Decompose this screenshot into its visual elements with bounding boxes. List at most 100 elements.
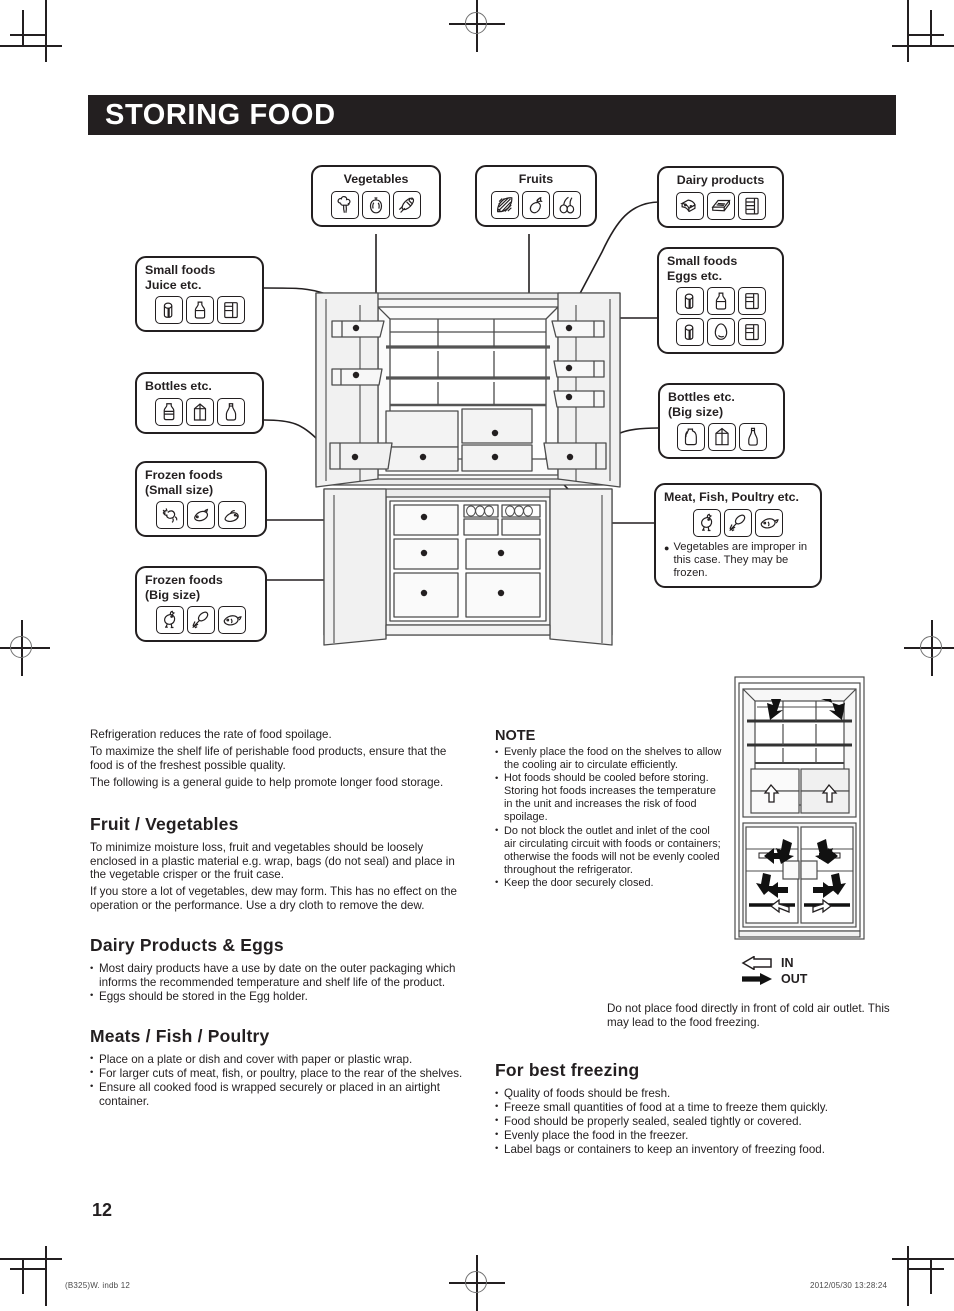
chicken-leg-icon — [724, 508, 752, 537]
intro-line-1: Refrigeration reduces the rate of food s… — [90, 728, 332, 741]
cheese-icon — [675, 191, 704, 220]
big-glass-bottle-icon — [738, 423, 767, 452]
fruit-vegetables-para-1: To minimize moisture loss, fruit and veg… — [90, 840, 455, 882]
list-item: Label bags or containers to keep an inve… — [495, 1142, 895, 1157]
juice-carton-icon — [154, 296, 183, 325]
label-box-fruits: Fruits — [475, 165, 597, 227]
label-box-vegetables: Vegetables — [311, 165, 441, 227]
hollow-arrow-left-icon — [741, 956, 772, 970]
label-title: Frozen foods (Small size) — [145, 468, 223, 497]
solid-arrow-right-icon — [742, 973, 772, 985]
juice-bottle-icon — [706, 287, 735, 316]
note-column: NOTE Evenly place the food on the shelve… — [495, 728, 723, 890]
plastic-bottle-icon — [154, 397, 183, 426]
juice-bottle-icon — [185, 296, 214, 325]
broccoli-icon — [331, 190, 359, 219]
list-item: Quality of foods should be fresh. — [495, 1087, 895, 1101]
shrimp-icon — [218, 501, 246, 530]
list-item: Evenly place the food in the freezer. — [495, 1128, 895, 1143]
glass-bottle-icon — [216, 397, 245, 426]
intro-line-3: The following is a general guide to help… — [90, 775, 444, 789]
fruit-vegetables-para-2: If you store a lot of vegetables, dew ma… — [90, 885, 457, 913]
label-title: Frozen foods (Big size) — [145, 573, 223, 602]
meat-cut-icon — [156, 501, 184, 530]
legend-label-in: IN — [781, 956, 794, 970]
legend-label-out: OUT — [781, 972, 808, 986]
refrigerator-illustration — [315, 292, 621, 646]
label-box-note: ● Vegetables are improper in this case. … — [664, 541, 812, 581]
label-box-bottles: Bottles etc. — [135, 372, 264, 434]
crop-mark-bottom-left — [0, 1238, 70, 1306]
intro-line-2: To maximize the shelf life of perishable… — [90, 744, 447, 772]
meats-fish-poultry-bullet-list: Place on a plate or dish and cover with … — [90, 1052, 465, 1109]
airflow-caption: Do not place food directly in front of c… — [607, 1002, 890, 1029]
label-box-frozen-small: Frozen foods (Small size) — [135, 461, 267, 538]
dairy-eggs-bullet-list: Most dairy products have a use by date o… — [90, 962, 465, 1004]
legend-row-in: IN — [740, 955, 870, 971]
chicken-leg-icon — [187, 606, 215, 635]
label-box-small-foods-eggs: Small foods Eggs etc. — [657, 247, 784, 355]
label-title: Small foods Juice etc. — [145, 263, 216, 292]
note-bullet-list: Evenly place the food on the shelves to … — [495, 745, 723, 890]
label-box-small-foods-juice: Small foods Juice etc. — [135, 256, 264, 333]
big-jug-icon — [676, 423, 705, 452]
list-item: For larger cuts of meat, fish, or poultr… — [90, 1066, 465, 1081]
label-box-dairy-products: Dairy products — [657, 166, 784, 228]
registration-mark-bottom — [449, 1255, 505, 1311]
list-item: Eggs should be stored in the Egg holder. — [90, 989, 465, 1004]
jar-icon — [737, 318, 766, 347]
note-heading: NOTE — [495, 728, 536, 744]
list-item: Place on a plate or dish and cover with … — [90, 1052, 465, 1067]
airflow-legend: IN OUT — [740, 955, 870, 987]
cherry-icon — [553, 190, 581, 219]
whole-fish-icon — [218, 606, 246, 635]
footer-timestamp: 2012/05/30 13:28:24 — [810, 1281, 888, 1290]
list-item: Food should be properly sealed, sealed t… — [495, 1114, 895, 1129]
corn-icon — [393, 190, 421, 219]
label-box-bottles-big: Bottles etc. (Big size) — [658, 383, 785, 460]
list-item: Hot foods should be cooled before storin… — [495, 772, 723, 824]
section-heading-for-best-freezing: For best freezing — [495, 1060, 640, 1080]
label-title: Bottles etc. — [145, 379, 212, 393]
juice-carton-icon — [675, 318, 704, 347]
bullet-marker: ● — [664, 542, 670, 553]
label-title: Bottles etc. (Big size) — [668, 390, 735, 419]
bell-pepper-icon — [362, 190, 390, 219]
list-item: Freeze small quantities of food at a tim… — [495, 1100, 895, 1115]
label-title: Vegetables — [343, 172, 409, 186]
jar-icon — [737, 287, 766, 316]
whole-chicken-icon — [156, 606, 184, 635]
left-text-column: Refrigeration reduces the rate of food s… — [90, 728, 465, 1109]
label-title: Small foods Eggs etc. — [667, 254, 738, 283]
yogurt-jar-icon — [737, 191, 766, 220]
crop-mark-bottom-right — [884, 1238, 954, 1306]
list-item: Most dairy products have a use by date o… — [90, 962, 465, 990]
section-heading-fruit-vegetables: Fruit / Vegetables — [90, 813, 239, 834]
big-milk-carton-icon — [707, 423, 736, 452]
manual-page: STORING FOOD Vegetables Fruits Dairy pro… — [0, 0, 954, 1311]
jar-icon — [216, 296, 245, 325]
best-freezing-bullet-list: Quality of foods should be fresh. Freeze… — [495, 1087, 895, 1157]
page-number: 12 — [92, 1200, 113, 1220]
butter-pack-icon — [706, 191, 735, 220]
list-item: Do not block the outlet and inlet of the… — [495, 824, 723, 877]
list-item: Keep the door securely closed. — [495, 876, 723, 890]
egg-icon — [706, 318, 735, 347]
label-box-frozen-big: Frozen foods (Big size) — [135, 566, 267, 643]
whole-chicken-icon — [693, 508, 721, 537]
best-freezing-section: For best freezing Quality of foods shoul… — [495, 1060, 895, 1157]
footer-file-label: (B325)W. indb 12 — [65, 1281, 131, 1290]
strawberry-icon — [522, 190, 550, 219]
label-title: Meat, Fish, Poultry etc. — [664, 490, 799, 504]
label-box-meat-fish-poultry: Meat, Fish, Poultry etc. ● Vegetables ar… — [654, 483, 822, 589]
fish-fillet-icon — [187, 501, 215, 530]
section-heading-dairy-eggs: Dairy Products & Eggs — [90, 935, 284, 956]
juice-carton-icon — [675, 287, 704, 316]
label-note-text: Vegetables are improper in this case. Th… — [673, 540, 808, 580]
section-heading-meats-fish-poultry: Meats / Fish / Poultry — [90, 1025, 270, 1046]
list-item: Evenly place the food on the shelves to … — [495, 745, 723, 772]
orange-slice-icon — [491, 190, 519, 219]
milk-carton-icon — [185, 397, 214, 426]
airflow-diagram — [734, 676, 865, 940]
list-item: Ensure all cooked food is wrapped secure… — [90, 1080, 465, 1109]
